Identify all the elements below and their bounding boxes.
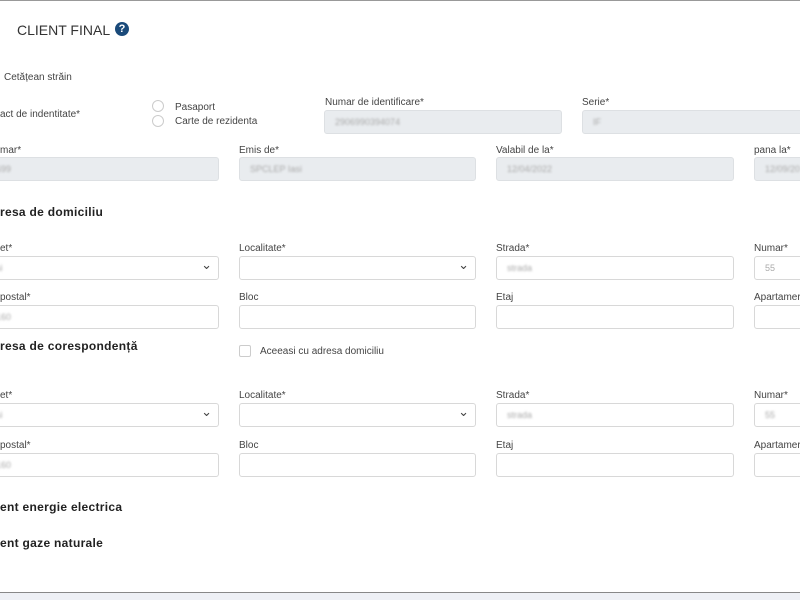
- corr-block-input[interactable]: [239, 453, 476, 477]
- corr-locality-select[interactable]: [239, 403, 476, 427]
- domicile-locality-label: Localitate*: [239, 243, 286, 254]
- valid-from-value: 12/04/2022: [507, 164, 553, 174]
- domicile-heading: resa de domiciliu: [0, 205, 104, 219]
- number-label: mar*: [0, 145, 22, 156]
- corr-floor-input[interactable]: [496, 453, 734, 477]
- radio-pasaport[interactable]: [152, 100, 164, 112]
- same-address-label: Aceeasi cu adresa domiciliu: [260, 346, 384, 357]
- corr-number-label: Numar*: [754, 390, 788, 401]
- domicile-number-label: Numar*: [754, 243, 788, 254]
- corr-county-label: et*: [0, 390, 13, 401]
- id-type-label: act de indentitate*: [0, 109, 81, 120]
- corr-floor-label: Etaj: [496, 440, 514, 451]
- corr-number-value: 55: [765, 410, 776, 420]
- number-value: 0699: [0, 164, 12, 174]
- domicile-street-input[interactable]: strada: [496, 256, 734, 280]
- corr-postal-label: postal*: [0, 440, 31, 451]
- bottom-bar: [0, 592, 800, 600]
- energy-section-heading[interactable]: ent energie electrica: [0, 500, 122, 514]
- valid-to-input[interactable]: 12/09/20: [754, 157, 800, 181]
- corr-street-label: Strada*: [496, 390, 530, 401]
- page-title: CLIENT FINAL: [17, 22, 111, 38]
- corr-county-select[interactable]: asi: [0, 403, 219, 427]
- domicile-postal-value: 7160: [0, 312, 12, 322]
- domicile-locality-select[interactable]: [239, 256, 476, 280]
- domicile-floor-input[interactable]: [496, 305, 734, 329]
- domicile-postal-input[interactable]: 7160: [0, 305, 219, 329]
- series-value: IF: [593, 117, 601, 127]
- issued-by-value: SPCLEP Iasi: [250, 164, 302, 174]
- domicile-county-select[interactable]: asi: [0, 256, 219, 280]
- radio-label-pasaport: Pasaport: [175, 102, 216, 113]
- corr-postal-input[interactable]: 7160: [0, 453, 219, 477]
- radio-carte-rezidenta[interactable]: [152, 115, 164, 127]
- domicile-county-label: et*: [0, 243, 13, 254]
- domicile-block-label: Bloc: [239, 292, 259, 303]
- domicile-number-value: 55: [765, 263, 776, 273]
- valid-to-value: 12/09/20: [765, 164, 800, 174]
- gas-section-heading[interactable]: ent gaze naturale: [0, 536, 103, 550]
- corr-block-label: Bloc: [239, 440, 259, 451]
- question-circle-icon[interactable]: ?: [115, 22, 129, 36]
- corr-locality-label: Localitate*: [239, 390, 286, 401]
- domicile-floor-label: Etaj: [496, 292, 514, 303]
- corr-street-value: strada: [507, 410, 533, 420]
- foreign-citizen-label[interactable]: Cetățean străin: [4, 72, 72, 83]
- top-border: [0, 0, 800, 1]
- id-number-label: Numar de identificare*: [325, 97, 424, 108]
- corr-number-input[interactable]: 55: [754, 403, 800, 427]
- domicile-street-value: strada: [507, 263, 533, 273]
- id-number-input[interactable]: 2906990394074: [324, 110, 562, 134]
- domicile-street-label: Strada*: [496, 243, 530, 254]
- valid-to-label: pana la*: [754, 145, 791, 156]
- corr-postal-value: 7160: [0, 460, 12, 470]
- series-input[interactable]: IF: [582, 110, 800, 134]
- domicile-number-input[interactable]: 55: [754, 256, 800, 280]
- issued-by-input[interactable]: SPCLEP Iasi: [239, 157, 476, 181]
- issued-by-label: Emis de*: [239, 145, 280, 156]
- valid-from-input[interactable]: 12/04/2022: [496, 157, 734, 181]
- domicile-postal-label: postal*: [0, 292, 31, 303]
- correspondence-heading: resa de corespondență: [0, 339, 138, 353]
- corr-street-input[interactable]: strada: [496, 403, 734, 427]
- corr-apartment-input[interactable]: [754, 453, 800, 477]
- domicile-apartment-input[interactable]: [754, 305, 800, 329]
- domicile-block-input[interactable]: [239, 305, 476, 329]
- domicile-county-value: asi: [0, 263, 3, 273]
- domicile-apartment-label: Apartamer: [754, 292, 800, 303]
- series-label: Serie*: [582, 97, 610, 108]
- corr-county-value: asi: [0, 410, 3, 420]
- radio-label-carte-rezidenta: Carte de rezidenta: [175, 116, 258, 127]
- id-number-value: 2906990394074: [335, 117, 401, 127]
- number-input[interactable]: 0699: [0, 157, 219, 181]
- same-address-checkbox[interactable]: [239, 345, 251, 357]
- valid-from-label: Valabil de la*: [496, 145, 554, 156]
- corr-apartment-label: Apartamer: [754, 440, 800, 451]
